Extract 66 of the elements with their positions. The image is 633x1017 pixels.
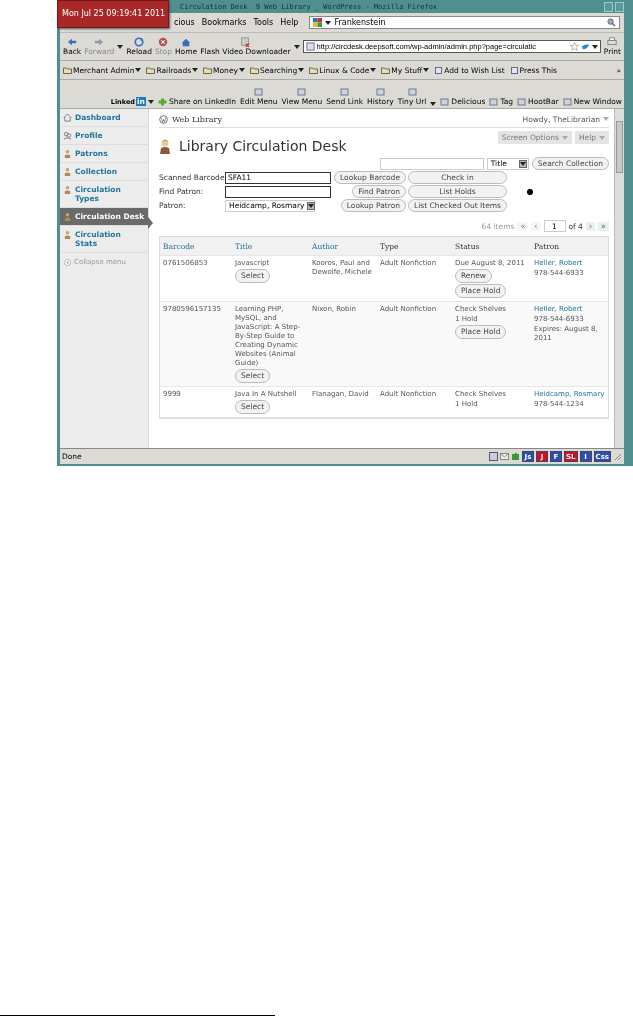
- star-icon[interactable]: [569, 42, 579, 51]
- toolbar-icon: [562, 97, 572, 106]
- toolbar-icon: [407, 88, 417, 96]
- menu-item[interactable]: Help: [280, 18, 299, 27]
- wordpress-logo-icon: [159, 114, 168, 124]
- caret-icon[interactable]: [238, 68, 245, 72]
- caret-icon[interactable]: [135, 68, 142, 72]
- find-patron-field[interactable]: [225, 185, 331, 198]
- caret-icon[interactable]: [423, 68, 430, 72]
- people-icon: [63, 131, 72, 140]
- page-nav-button[interactable]: »: [598, 221, 609, 231]
- caret-icon[interactable]: [293, 44, 300, 49]
- toolbar-icon: [517, 97, 527, 106]
- folder-icon: [381, 66, 391, 74]
- caret-icon[interactable]: [370, 68, 377, 72]
- toolbar-icon: [440, 97, 450, 106]
- person-icon: [63, 167, 72, 176]
- folder-icon: [203, 66, 213, 74]
- clock-label: Mon Jul 25 09:19:41 2011: [57, 0, 169, 28]
- caret-icon[interactable]: [298, 68, 305, 72]
- plus-icon: [157, 97, 167, 106]
- printer-icon: [606, 37, 619, 47]
- librarian-icon: [159, 138, 171, 154]
- menu-item[interactable]: Bookmarks: [201, 18, 247, 27]
- resize-grip-icon: [613, 452, 622, 461]
- scrollbar[interactable]: [614, 109, 624, 448]
- house-icon: [63, 113, 72, 122]
- caret-icon[interactable]: [192, 68, 199, 72]
- caret-icon[interactable]: [325, 20, 332, 25]
- person-icon: [63, 212, 72, 221]
- collection-search-field[interactable]: [379, 157, 484, 170]
- folder-icon: [309, 66, 319, 74]
- person-icon: [63, 149, 72, 158]
- home-icon: [180, 37, 193, 47]
- search-field[interactable]: Frankenstein: [309, 16, 620, 29]
- stop-icon: [157, 37, 170, 47]
- toolbar-icon: [340, 88, 350, 96]
- site-name[interactable]: Web Library: [172, 114, 222, 124]
- back-arrow-icon: [66, 37, 79, 47]
- forward-arrow-icon: [93, 37, 106, 47]
- reload-icon: [133, 37, 146, 47]
- caret-icon[interactable]: [117, 44, 124, 49]
- person-icon: [63, 185, 72, 194]
- film-x-icon: [239, 37, 252, 47]
- folder-icon: [249, 66, 259, 74]
- page-icon: [434, 66, 444, 74]
- page-icon: [305, 42, 315, 51]
- search-icon[interactable]: [607, 18, 616, 27]
- caret-icon[interactable]: [591, 44, 598, 49]
- toolbar-icon: [489, 97, 499, 106]
- toolbar-icon: [375, 88, 385, 96]
- search-engine-icon[interactable]: [313, 18, 323, 27]
- toolbar-icon: [254, 88, 264, 96]
- menu-item[interactable]: cious: [174, 18, 195, 27]
- caret-icon[interactable]: [147, 99, 154, 104]
- page-nav-button[interactable]: ›: [585, 221, 596, 231]
- envelope-icon[interactable]: [500, 452, 509, 461]
- folder-icon: [146, 66, 156, 74]
- toolbar-icon: [297, 88, 307, 96]
- person-icon: [63, 230, 72, 239]
- page-title: Library Circulation Desk: [179, 138, 347, 154]
- folder-icon: [63, 66, 72, 74]
- page-icon: [509, 66, 519, 74]
- status-dot: [527, 188, 534, 195]
- menu-item[interactable]: Tools: [253, 18, 274, 27]
- left-arrow-icon: [64, 258, 71, 266]
